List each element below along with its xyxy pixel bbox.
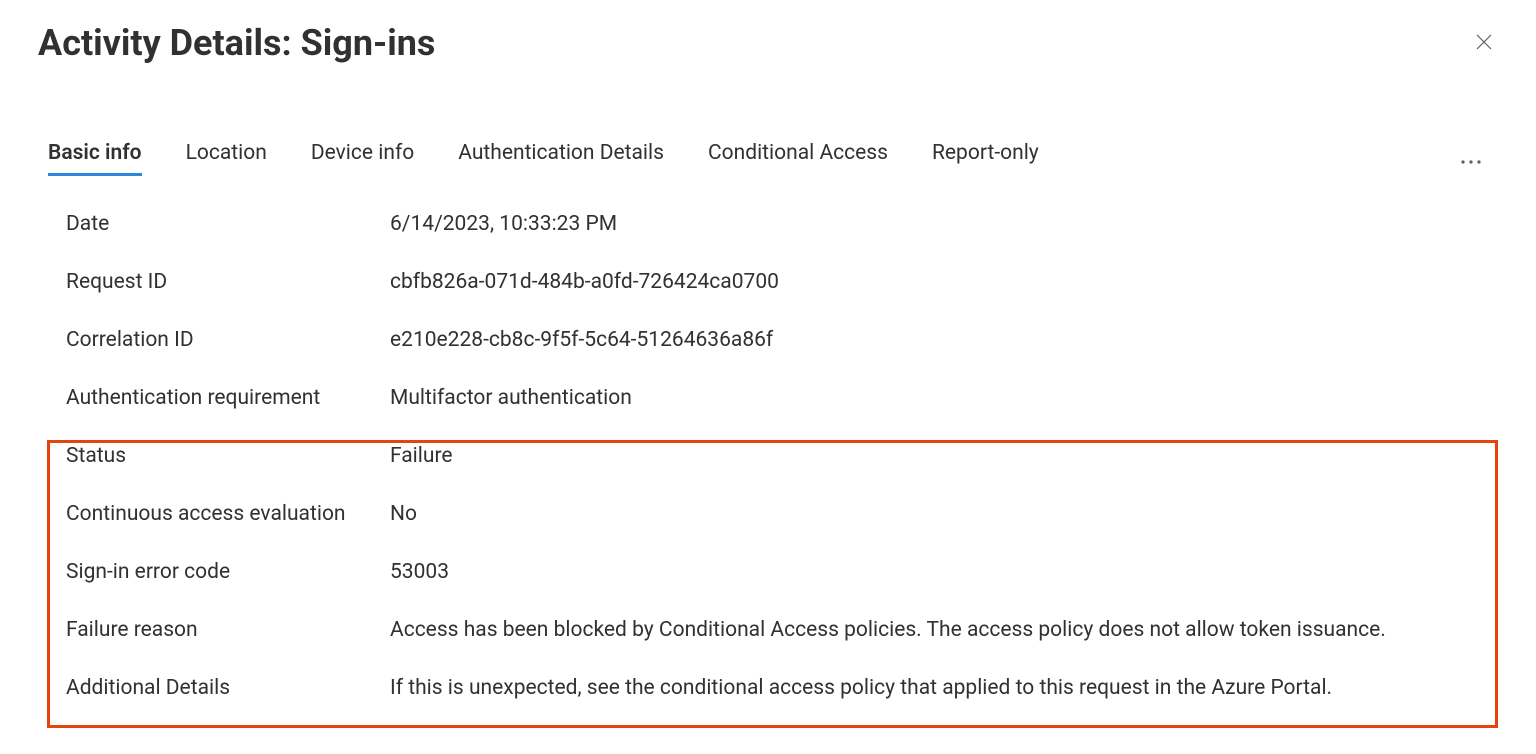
row-cae: Continuous access evaluation No	[66, 502, 1498, 560]
tab-authentication-details[interactable]: Authentication Details	[458, 143, 664, 174]
value-auth-requirement: Multifactor authentication	[390, 386, 632, 410]
row-correlation-id: Correlation ID e210e228-cb8c-9f5f-5c64-5…	[66, 328, 1498, 386]
row-additional-details: Additional Details If this is unexpected…	[66, 676, 1498, 734]
tab-conditional-access[interactable]: Conditional Access	[708, 143, 888, 174]
close-icon	[1476, 34, 1492, 50]
tab-device-info[interactable]: Device info	[311, 143, 414, 174]
details-list: Date 6/14/2023, 10:33:23 PM Request ID c…	[38, 212, 1498, 734]
label-correlation-id: Correlation ID	[66, 328, 390, 352]
tabs: Basic info Location Device info Authenti…	[38, 143, 1498, 174]
label-auth-requirement: Authentication requirement	[66, 386, 390, 410]
value-error-code: 53003	[390, 560, 449, 584]
row-error-code: Sign-in error code 53003	[66, 560, 1498, 618]
label-cae: Continuous access evaluation	[66, 502, 390, 526]
label-additional-details: Additional Details	[66, 676, 390, 700]
row-status: Status Failure	[66, 444, 1498, 502]
close-button[interactable]	[1470, 28, 1498, 56]
tab-basic-info[interactable]: Basic info	[48, 143, 142, 174]
label-date: Date	[66, 212, 390, 236]
value-cae: No	[390, 502, 417, 526]
value-failure-reason: Access has been blocked by Conditional A…	[390, 618, 1386, 642]
value-additional-details: If this is unexpected, see the condition…	[390, 676, 1332, 700]
value-request-id: cbfb826a-071d-484b-a0fd-726424ca0700	[390, 270, 779, 294]
tab-report-only[interactable]: Report-only	[932, 143, 1039, 174]
row-request-id: Request ID cbfb826a-071d-484b-a0fd-72642…	[66, 270, 1498, 328]
activity-details-panel: Activity Details: Sign-ins Basic info Lo…	[0, 0, 1536, 754]
tab-location[interactable]: Location	[186, 143, 267, 174]
value-correlation-id: e210e228-cb8c-9f5f-5c64-51264636a86f	[390, 328, 773, 352]
label-failure-reason: Failure reason	[66, 618, 390, 642]
more-icon	[1460, 159, 1482, 165]
label-status: Status	[66, 444, 390, 468]
tabs-overflow-button[interactable]	[1454, 144, 1488, 174]
page-title: Activity Details: Sign-ins	[38, 22, 435, 65]
label-error-code: Sign-in error code	[66, 560, 390, 584]
row-auth-requirement: Authentication requirement Multifactor a…	[66, 386, 1498, 444]
panel-header: Activity Details: Sign-ins	[38, 22, 1498, 65]
row-failure-reason: Failure reason Access has been blocked b…	[66, 618, 1498, 676]
label-request-id: Request ID	[66, 270, 390, 294]
value-status: Failure	[390, 444, 453, 468]
value-date: 6/14/2023, 10:33:23 PM	[390, 212, 617, 236]
row-date: Date 6/14/2023, 10:33:23 PM	[66, 212, 1498, 270]
